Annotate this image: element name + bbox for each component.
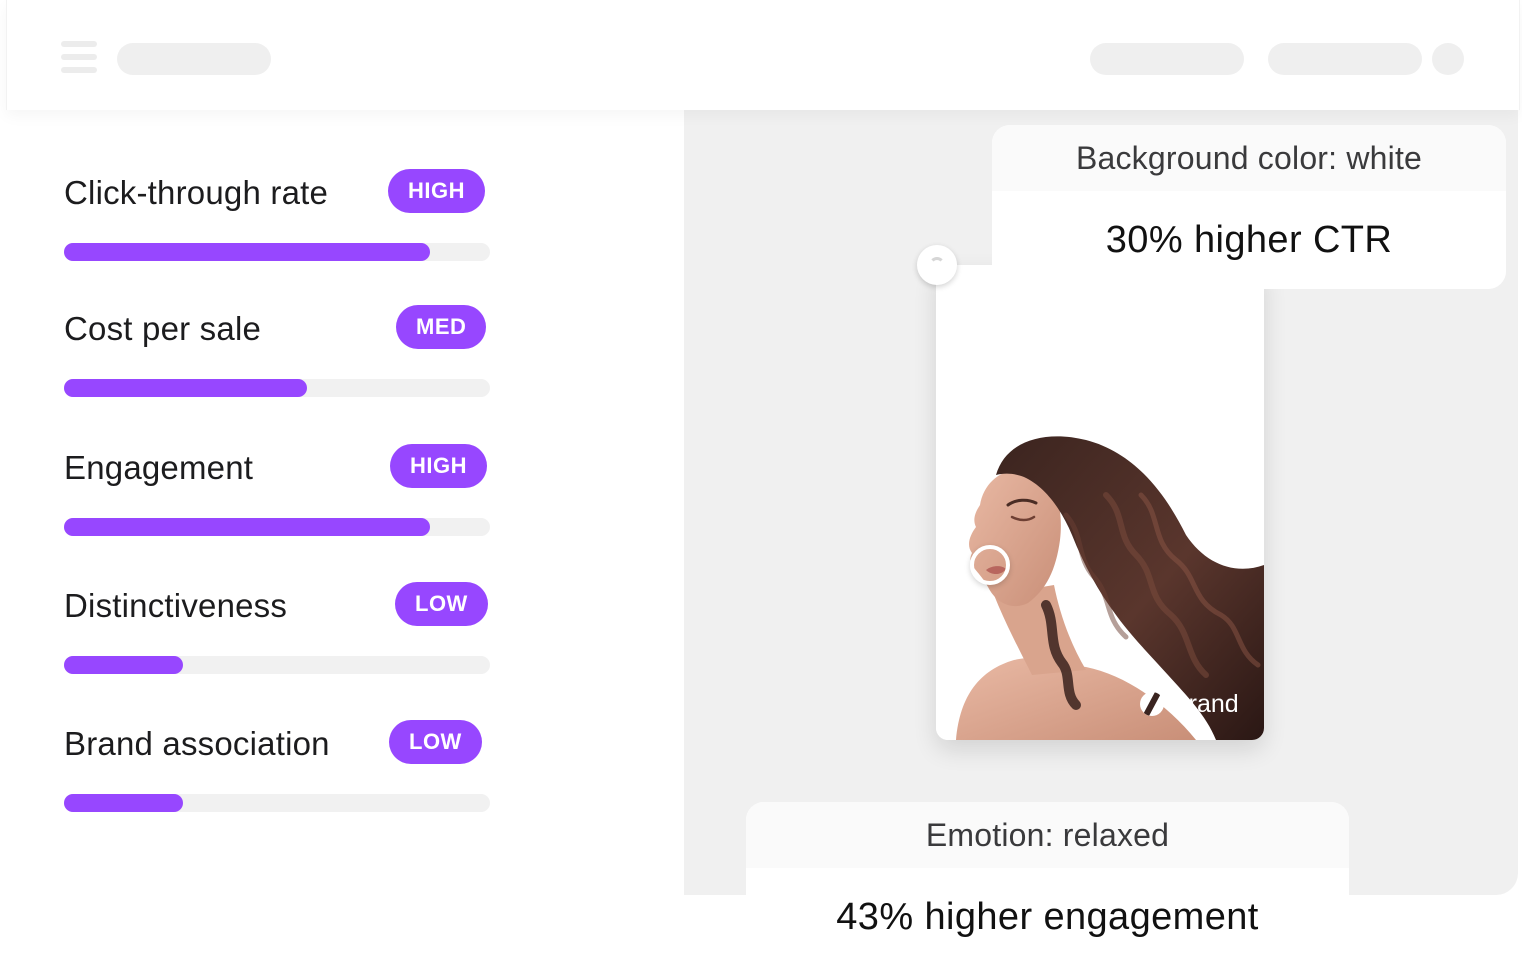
woman-with-wavy-hair-photo xyxy=(936,265,1264,740)
hamburger-menu-icon[interactable] xyxy=(61,41,97,73)
metric-score-bar xyxy=(64,243,490,261)
metric-click-through-rate: Click-through rate HIGH xyxy=(64,169,492,281)
metric-score-fill xyxy=(64,243,431,261)
metric-engagement: Engagement HIGH xyxy=(64,444,492,556)
avatar-placeholder[interactable] xyxy=(1432,43,1464,75)
insight-emotion[interactable]: Emotion: relaxed 43% higher engagement xyxy=(746,802,1349,967)
insight-result: 43% higher engagement xyxy=(746,868,1349,967)
metric-score-bar xyxy=(64,379,490,397)
brand-watermark: Brand xyxy=(1140,689,1239,719)
metric-label: Engagement xyxy=(64,449,254,486)
insight-attribute: Background color: white xyxy=(992,125,1506,191)
hotspot-emotion-marker[interactable] xyxy=(970,545,1010,585)
metric-level-badge: HIGH xyxy=(388,169,485,213)
brand-logo-icon xyxy=(1140,692,1164,716)
metric-label: Cost per sale xyxy=(64,310,262,347)
metric-label: Distinctiveness xyxy=(64,587,288,624)
top-navigation-bar xyxy=(6,0,1520,110)
insight-background-color[interactable]: Background color: white 30% higher CTR xyxy=(992,125,1506,289)
action-placeholder-1[interactable] xyxy=(1090,43,1244,75)
metric-distinctiveness: Distinctiveness LOW xyxy=(64,582,492,694)
metric-level-badge: LOW xyxy=(395,582,488,626)
metric-score-bar xyxy=(64,518,490,536)
metric-label: Click-through rate xyxy=(64,174,329,211)
metric-cost-per-sale: Cost per sale MED xyxy=(64,305,492,417)
metric-brand-association: Brand association LOW xyxy=(64,720,492,832)
metric-score-fill xyxy=(64,656,184,674)
insight-result: 30% higher CTR xyxy=(992,191,1506,289)
metric-score-fill xyxy=(64,794,184,812)
app-frame: Click-through rate HIGH Cost per sale ME… xyxy=(0,0,1522,967)
brand-label: Brand xyxy=(1172,689,1239,718)
metric-level-badge: LOW xyxy=(389,720,482,764)
action-placeholder-2[interactable] xyxy=(1268,43,1422,75)
title-placeholder xyxy=(117,43,271,75)
metric-label: Brand association xyxy=(64,725,330,762)
metric-score-fill xyxy=(64,379,307,397)
hotspot-background-marker[interactable] xyxy=(917,245,957,285)
metric-score-bar xyxy=(64,794,490,812)
ad-creative-card[interactable]: Brand xyxy=(936,265,1264,740)
loading-spinner-icon xyxy=(929,257,945,273)
metric-level-badge: MED xyxy=(396,305,487,349)
metric-score-bar xyxy=(64,656,490,674)
insight-attribute: Emotion: relaxed xyxy=(746,802,1349,868)
metric-score-fill xyxy=(64,518,431,536)
metric-level-badge: HIGH xyxy=(390,444,487,488)
